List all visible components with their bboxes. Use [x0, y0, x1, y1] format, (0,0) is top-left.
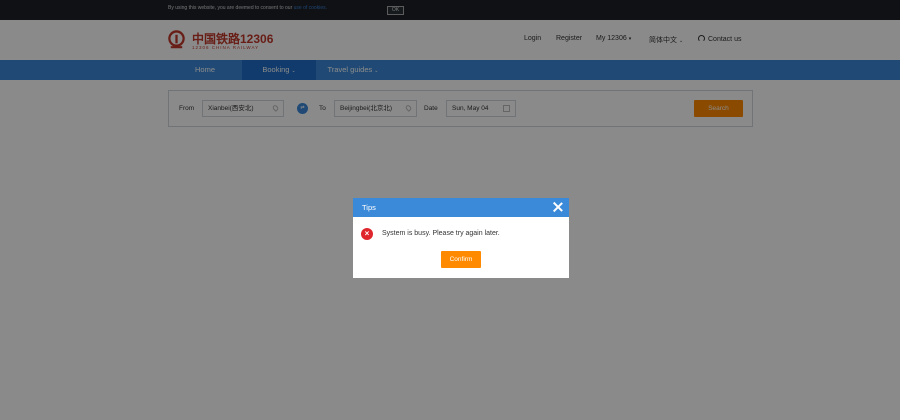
close-icon[interactable] [553, 202, 563, 212]
tips-dialog: Tips × System is busy. Please try again … [353, 198, 569, 278]
dialog-title: Tips [362, 203, 376, 212]
dialog-message: System is busy. Please try again later. [382, 230, 500, 237]
error-icon: × [361, 228, 373, 240]
dialog-header: Tips [353, 198, 569, 217]
confirm-button[interactable]: Confirm [441, 251, 481, 268]
